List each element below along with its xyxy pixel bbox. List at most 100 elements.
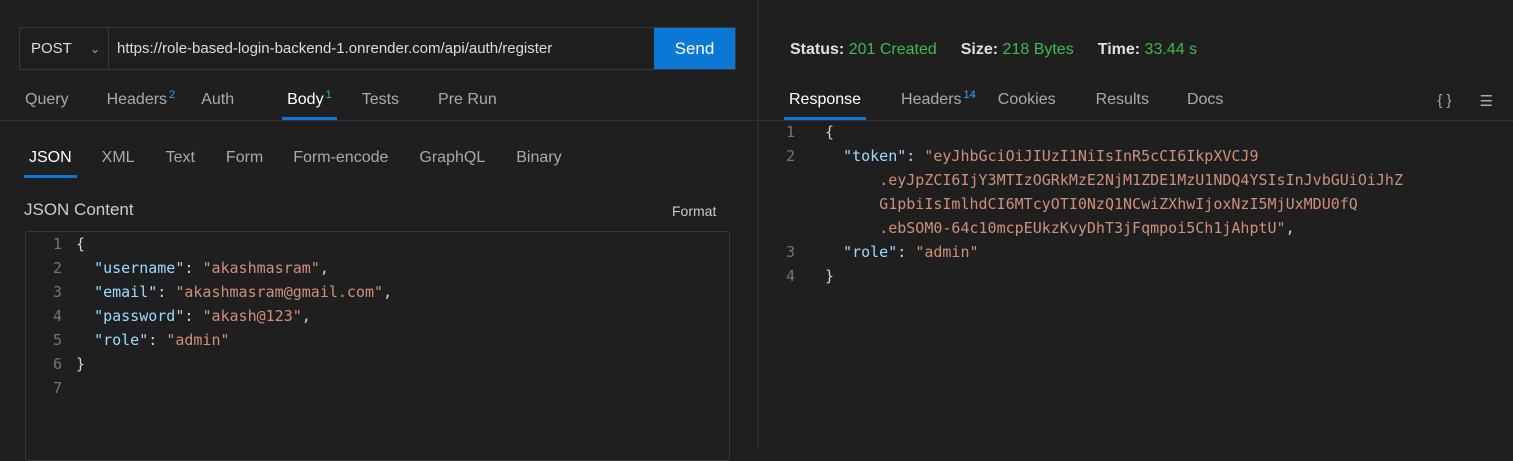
code-token: : xyxy=(148,331,167,349)
tab-headers[interactable]: Headers 2 xyxy=(107,82,176,118)
size-label: Size: xyxy=(960,41,999,58)
code-line: 5 "role": "admin" xyxy=(26,328,729,352)
tab-label: Pre Run xyxy=(438,91,497,108)
code-token: , xyxy=(383,283,393,301)
status-value: 201 Created xyxy=(848,41,937,58)
code-token: "token" xyxy=(843,147,907,165)
code-line: 2 "username": "akashmasram", xyxy=(26,256,729,280)
tab-docs[interactable]: Docs xyxy=(1187,82,1223,118)
tab-body[interactable]: Body 1 xyxy=(282,82,337,120)
line-number: 1 xyxy=(52,235,62,253)
code-line: G1pbiIsImlhdCI6MTcyOTI0NzQ1NCwiZXhwIjoxN… xyxy=(779,192,1403,216)
code-token: "username" xyxy=(94,259,185,277)
tab-label: Results xyxy=(1095,91,1149,108)
line-number: 4 xyxy=(52,307,62,325)
format-button[interactable]: Format xyxy=(672,203,716,219)
code-token: : xyxy=(184,259,203,277)
code-token: "eyJhbGciOiJIUzI1NiIsInR5cCI6IkpXVCJ9 xyxy=(924,147,1259,165)
tab-response[interactable]: Response xyxy=(783,82,867,120)
request-panel: POST ⌄ https://role-based-login-backend-1… xyxy=(0,0,757,461)
tab-label: Body xyxy=(287,91,324,108)
tab-query[interactable]: Query xyxy=(25,82,69,118)
code-token: "admin" xyxy=(166,331,230,349)
tab-form[interactable]: Form xyxy=(226,140,263,176)
tab-label: Text xyxy=(165,149,195,166)
line-number: 3 xyxy=(785,243,795,261)
tab-label: Headers xyxy=(901,91,962,108)
line-number: 3 xyxy=(52,283,62,301)
tab-badge: 2 xyxy=(169,89,176,101)
tab-label: Headers xyxy=(106,91,168,108)
code-token: .ebSOM0-64c10mcpEUkzKvyDhT3jFqmpoi5Ch1jA… xyxy=(825,219,1286,237)
tab-headers[interactable]: Headers 14 xyxy=(901,82,976,118)
code-line: 6} xyxy=(26,352,729,376)
code-line: .ebSOM0-64c10mcpEUkzKvyDhT3jFqmpoi5Ch1jA… xyxy=(779,216,1403,240)
code-token: , xyxy=(319,259,329,277)
request-tabs: Query Headers 2 Auth Body 1 Tests Pre Run xyxy=(25,82,497,120)
tab-label: JSON xyxy=(29,149,72,166)
code-line: 3 "email": "akashmasram@gmail.com", xyxy=(26,280,729,304)
request-body-editor[interactable]: 1{2 "username": "akashmasram", 3 "email":… xyxy=(25,231,730,461)
tab-label: XML xyxy=(101,149,135,166)
code-token: G1pbiIsImlhdCI6MTcyOTI0NzQ1NCwiZXhwIjoxN… xyxy=(825,195,1358,213)
tab-pre-run[interactable]: Pre Run xyxy=(438,82,497,118)
time-value: 33.44 s xyxy=(1144,41,1198,58)
url-input[interactable]: https://role-based-login-backend-1.onren… xyxy=(109,28,654,69)
code-line: 2 "token": "eyJhbGciOiJIUzI1NiIsInR5cCI6… xyxy=(779,144,1403,168)
code-token: "akashmasram" xyxy=(202,259,320,277)
content-title: JSON Content xyxy=(24,200,134,219)
tab-label: Form xyxy=(225,149,264,166)
code-token: "password" xyxy=(94,307,185,325)
tab-tests[interactable]: Tests xyxy=(362,82,399,118)
chevron-down-icon: ⌄ xyxy=(89,41,100,56)
method-label: POST xyxy=(31,40,72,57)
tab-binary[interactable]: Binary xyxy=(516,140,561,176)
line-number: 5 xyxy=(52,331,62,349)
code-token: } xyxy=(825,267,835,285)
tab-badge: 14 xyxy=(963,89,976,101)
method-select[interactable]: POST ⌄ xyxy=(20,28,109,69)
code-line: 4 "password": "akash@123", xyxy=(26,304,729,328)
tab-label: Binary xyxy=(516,149,562,166)
line-number: 2 xyxy=(52,259,62,277)
code-token: "akashmasram@gmail.com" xyxy=(175,283,384,301)
size-value: 218 Bytes xyxy=(1002,41,1074,58)
code-token: "email" xyxy=(94,283,158,301)
tab-label: GraphQL xyxy=(419,149,486,166)
code-token: } xyxy=(76,355,86,373)
code-token: , xyxy=(301,307,311,325)
menu-icon[interactable]: ☰ xyxy=(1480,92,1493,110)
braces-icon[interactable]: { } xyxy=(1437,92,1451,110)
code-token: .eyJpZCI6IjY3MTIzOGRkMzE2NjM1ZDE1MzU1NDQ… xyxy=(825,171,1403,189)
tab-form-encode[interactable]: Form-encode xyxy=(293,140,388,176)
code-token: "role" xyxy=(843,243,898,261)
tab-label: Form-encode xyxy=(293,149,389,166)
tab-label: Query xyxy=(25,91,69,108)
tab-label: Cookies xyxy=(997,91,1056,108)
tab-label: Docs xyxy=(1186,91,1224,108)
response-status-bar: Status: 201 Created Size: 218 Bytes Time… xyxy=(790,41,1197,59)
tab-xml[interactable]: XML xyxy=(102,140,135,176)
code-line: 1{ xyxy=(779,120,1403,144)
tab-text[interactable]: Text xyxy=(166,140,195,176)
code-token: { xyxy=(76,235,86,253)
line-number: 6 xyxy=(52,355,62,373)
response-tabs: Response Headers 14 Cookies Results Docs xyxy=(783,82,1223,120)
tab-cookies[interactable]: Cookies xyxy=(998,82,1056,118)
tab-graphql[interactable]: GraphQL xyxy=(419,140,485,176)
time-label: Time: xyxy=(1097,41,1141,58)
send-button[interactable]: Send xyxy=(654,28,735,69)
tab-json[interactable]: JSON xyxy=(24,140,77,178)
code-token: : xyxy=(897,243,916,261)
line-number: 1 xyxy=(785,123,795,141)
body-type-tabs: JSON XML Text Form Form-encode GraphQL Binary xyxy=(24,140,562,178)
code-token: , xyxy=(1285,219,1295,237)
tab-results[interactable]: Results xyxy=(1096,82,1149,118)
tab-auth[interactable]: Auth xyxy=(201,82,234,118)
tab-badge: 1 xyxy=(325,89,332,101)
code-line: 4} xyxy=(779,264,1403,288)
code-line: 3 "role": "admin" xyxy=(779,240,1403,264)
